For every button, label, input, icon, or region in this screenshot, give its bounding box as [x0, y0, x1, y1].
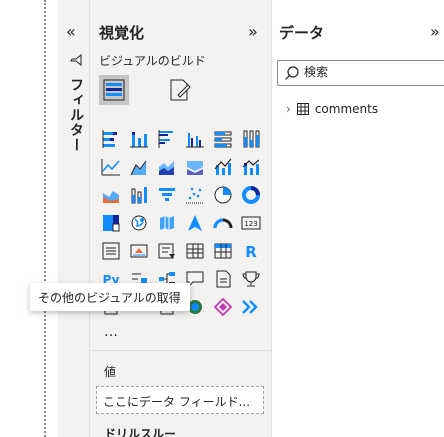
matrix-icon[interactable]	[212, 240, 234, 262]
donut-chart-icon[interactable]	[240, 184, 262, 206]
pie-chart-icon[interactable]	[212, 184, 234, 206]
search-box[interactable]	[277, 60, 444, 86]
expand-data-icon[interactable]: »	[430, 22, 440, 41]
filters-pane-label[interactable]: フィルター	[66, 53, 86, 153]
search-icon	[285, 66, 299, 80]
map-icon[interactable]	[128, 212, 150, 234]
data-pane: データ » › comments	[272, 0, 444, 437]
multi-row-card-icon[interactable]	[100, 240, 122, 262]
stacked-column-icon[interactable]	[128, 128, 150, 150]
treemap-icon[interactable]	[100, 212, 122, 234]
table-icon	[296, 103, 309, 115]
table-icon[interactable]	[184, 240, 206, 262]
goals-icon[interactable]	[240, 268, 262, 290]
chevrons-icon[interactable]	[240, 296, 262, 318]
more-visuals-ellipsis[interactable]: …	[104, 324, 119, 340]
clustered-column-icon[interactable]	[184, 128, 206, 150]
area-chart-icon[interactable]	[128, 156, 150, 178]
data-title: データ	[279, 24, 325, 42]
filters-label: フィルター	[68, 77, 84, 153]
chevron-right-icon[interactable]: ›	[286, 102, 291, 116]
funnel-icon[interactable]	[156, 184, 178, 206]
slicer-icon[interactable]	[156, 240, 178, 262]
drillthrough-label: ドリルスルー	[104, 427, 177, 437]
format-visual-button[interactable]	[164, 75, 194, 105]
scatter-icon[interactable]	[184, 184, 206, 206]
gauge-icon[interactable]	[212, 212, 234, 234]
stacked-bar-icon[interactable]	[100, 128, 122, 150]
build-visual-icon	[103, 79, 125, 101]
collapse-filters-icon[interactable]: «	[66, 22, 76, 41]
table-item-comments[interactable]: › comments	[286, 100, 378, 118]
clustered-bar-icon[interactable]	[156, 128, 178, 150]
build-visual-button[interactable]	[99, 75, 129, 105]
format-brush-icon	[170, 79, 191, 101]
stacked-area-icon[interactable]	[156, 156, 178, 178]
visualizations-pane: 視覚化 » ビジュアルのビルド 123 R Py … 値 ここにデータ フィール…	[90, 0, 272, 437]
line-chart-icon[interactable]	[100, 156, 122, 178]
visualizations-title: 視覚化	[99, 24, 145, 42]
report-canvas-edge	[44, 0, 46, 437]
diamond-icon[interactable]	[212, 296, 234, 318]
filter-funnel-icon	[70, 53, 82, 67]
100-stacked-column-icon[interactable]	[240, 128, 262, 150]
values-label: 値	[104, 365, 117, 379]
line-clustered-column-icon[interactable]	[212, 156, 234, 178]
r-visual-icon[interactable]: R	[240, 240, 262, 262]
filters-pane-collapsed[interactable]: « フィルター	[58, 0, 90, 437]
expand-visualizations-icon[interactable]: »	[248, 22, 258, 41]
power-bi-panes: « フィルター 視覚化 » ビジュアルのビルド 123 R Py … 値 ここに…	[0, 0, 444, 437]
line-stacked-column-icon[interactable]	[240, 156, 262, 178]
ribbon-chart-icon[interactable]	[184, 156, 206, 178]
smart-narrative-icon[interactable]	[212, 268, 234, 290]
filled-map-icon[interactable]	[156, 212, 178, 234]
section-divider	[90, 350, 271, 351]
search-input[interactable]	[304, 65, 434, 79]
card-icon[interactable]: 123	[240, 212, 262, 234]
table-name: comments	[314, 102, 379, 116]
funnel-chart-icon[interactable]	[128, 184, 150, 206]
waterfall-icon[interactable]	[100, 184, 122, 206]
build-visual-label: ビジュアルのビルド	[99, 54, 206, 68]
kpi-icon[interactable]	[128, 240, 150, 262]
azure-map-icon[interactable]	[184, 212, 206, 234]
card-number: 123	[244, 220, 257, 228]
values-drop-well[interactable]: ここにデータ フィールド...	[96, 386, 264, 414]
r-letter: R	[245, 243, 257, 261]
get-more-visuals-tooltip: その他のビジュアルの取得	[30, 283, 190, 311]
100-stacked-bar-icon[interactable]	[212, 128, 234, 150]
